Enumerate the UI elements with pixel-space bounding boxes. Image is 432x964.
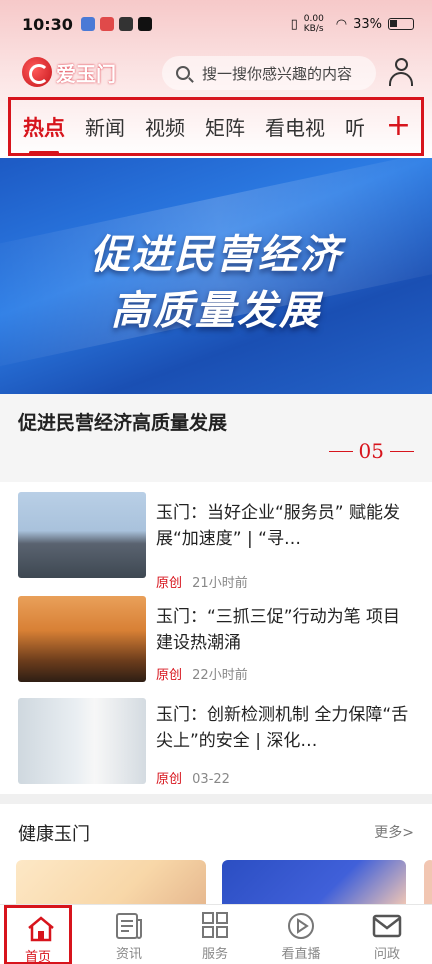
tab-hot[interactable]: 热点 (23, 112, 65, 154)
play-icon (286, 912, 316, 940)
mail-notification-icon (99, 17, 114, 31)
add-channel-icon[interactable]: + (386, 110, 411, 142)
news-meta: 原创 03-22 (156, 768, 230, 787)
app-notification-icon (118, 17, 133, 31)
news-title: 玉门：当好企业“服务员” 赋能发展“加速度” | “寻… (156, 503, 401, 549)
nav-service-label: 服务 (201, 947, 228, 962)
network-speed: 0.00 KB/s (303, 14, 324, 34)
news-meta: 原创 21小时前 (156, 572, 248, 591)
news-tag: 原创 (156, 668, 183, 683)
banner-page-number: 05 (358, 439, 384, 463)
health-section-title: 健康玉门 (18, 824, 90, 845)
news-time: 22小时前 (192, 668, 248, 683)
health-card[interactable] (424, 860, 432, 906)
tiktok-icon (137, 17, 152, 31)
search-placeholder: 搜一搜你感兴趣的内容 (202, 64, 353, 83)
news-meta: 原创 22小时前 (156, 664, 248, 683)
search-icon (176, 66, 190, 80)
news-time: 21小时前 (192, 576, 248, 591)
banner-pager: 05 (328, 439, 414, 463)
banner-caption[interactable]: 促进民营经济高质量发展 05 (0, 394, 432, 482)
hero-banner[interactable]: 促进民营经济 高质量发展 (0, 158, 432, 394)
news-thumbnail (18, 698, 146, 784)
mail-icon (372, 912, 402, 940)
news-title: 玉门：“三抓三促”行动为笔 项目建设热潮涌 (156, 607, 401, 653)
nav-inquiry[interactable]: 问政 (344, 905, 430, 964)
tab-tv[interactable]: 看电视 (265, 112, 325, 141)
news-time: 03-22 (192, 772, 230, 787)
logo-mark-icon (22, 57, 52, 87)
tab-matrix[interactable]: 矩阵 (205, 112, 245, 141)
health-card[interactable] (222, 860, 406, 906)
nav-live-label: 看直播 (281, 947, 321, 962)
app-logo[interactable]: 爱玉门 (22, 57, 116, 87)
nav-home-label: 首页 (24, 950, 51, 964)
banner-caption-title: 促进民营经济高质量发展 (18, 412, 228, 434)
health-card[interactable] (16, 860, 206, 906)
section-divider (0, 794, 432, 804)
banner-line-2: 高质量发展 (111, 288, 321, 334)
notification-icon (80, 17, 95, 31)
user-profile-icon[interactable] (387, 58, 415, 88)
news-item[interactable]: 玉门：当好企业“服务员” 赋能发展“加速度” | “寻… 原创 21小时前 (0, 492, 432, 594)
nav-live[interactable]: 看直播 (258, 905, 344, 964)
news-item[interactable]: 玉门：“三抓三促”行动为笔 项目建设热潮涌 原创 22小时前 (0, 596, 432, 698)
bottom-nav: 首页 资讯 服务 看直播 问政 (0, 904, 432, 964)
top-bar: 爱玉门 搜一搜你感兴趣的内容 (0, 52, 432, 94)
home-icon (26, 915, 56, 943)
app-name: 爱玉门 (56, 61, 116, 86)
banner-line-1: 促进民营经济 (90, 232, 342, 278)
tab-news[interactable]: 新闻 (85, 112, 125, 141)
news-tag: 原创 (156, 772, 183, 787)
news-thumbnail (18, 596, 146, 682)
battery-percent: 33% (353, 16, 382, 32)
health-more-link[interactable]: 更多> (374, 822, 414, 842)
search-input[interactable]: 搜一搜你感兴趣的内容 (162, 56, 376, 90)
news-icon (114, 912, 144, 940)
news-item[interactable]: 玉门：创新检测机制 全力保障“舌尖上”的安全 | 深化… 原创 03-22 (0, 698, 432, 800)
status-bar: 10:30 ▯ 0.00 KB/s ◠ 33% (0, 0, 432, 48)
wifi-icon: ◠ (335, 16, 348, 32)
news-title: 玉门：创新检测机制 全力保障“舌尖上”的安全 | 深化… (156, 705, 409, 751)
health-section: 健康玉门 更多> (0, 804, 432, 906)
nav-service[interactable]: 服务 (172, 905, 258, 964)
nav-news-label: 资讯 (115, 947, 142, 962)
vibrate-icon: ▯ (290, 16, 298, 32)
status-right: ▯ 0.00 KB/s ◠ 33% (291, 14, 414, 34)
status-time: 10:30 (22, 14, 73, 34)
news-list: 玉门：当好企业“服务员” 赋能发展“加速度” | “寻… 原创 21小时前 玉门… (0, 482, 432, 794)
nav-news[interactable]: 资讯 (86, 905, 172, 964)
nav-inquiry-label: 问政 (373, 947, 400, 962)
tab-video[interactable]: 视频 (145, 112, 185, 141)
tab-listen[interactable]: 听 (345, 112, 372, 141)
news-tag: 原创 (156, 576, 183, 591)
nav-home[interactable]: 首页 (4, 905, 72, 964)
battery-icon (388, 18, 414, 30)
news-thumbnail (18, 492, 146, 578)
channel-tabs: 热点 新闻 视频 矩阵 看电视 听 + (8, 97, 424, 156)
grid-icon (200, 912, 230, 940)
